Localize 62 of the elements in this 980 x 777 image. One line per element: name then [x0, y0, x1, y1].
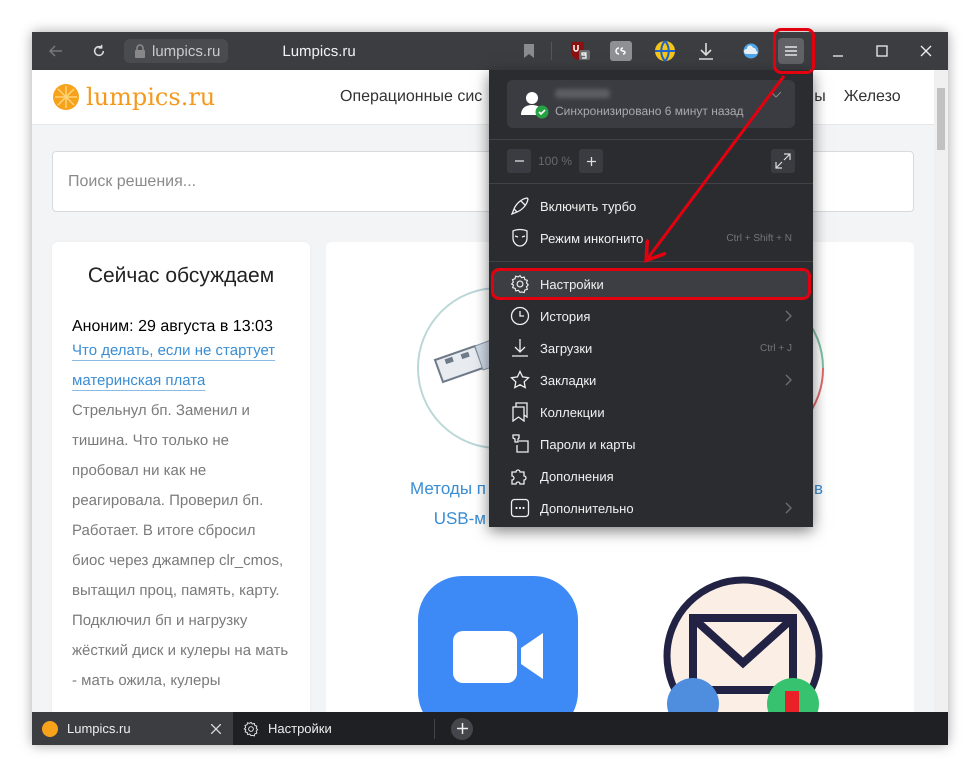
clock-icon [510, 306, 530, 326]
address-bar[interactable]: lumpics.ru [124, 39, 228, 63]
close-icon[interactable] [211, 724, 221, 734]
menu-icon [785, 46, 797, 56]
highlight-frame [773, 28, 815, 74]
reload-icon[interactable] [92, 44, 106, 58]
menu-item[interactable]: Закладки [491, 364, 811, 396]
chevron-down-icon[interactable] [771, 92, 781, 98]
browser-tab[interactable]: Настройки [233, 712, 434, 745]
lock-icon [134, 44, 146, 58]
more-icon [510, 498, 530, 518]
zoom-level: 100 % [536, 154, 574, 168]
shield-extension-icon[interactable] [570, 41, 592, 61]
bookmark-icon[interactable] [523, 44, 535, 58]
browser-tab[interactable]: Lumpics.ru [32, 712, 233, 745]
menu-item[interactable]: Загрузки Ctrl + J [491, 332, 811, 364]
download-icon[interactable] [698, 42, 714, 60]
zoom-in-button[interactable] [579, 149, 603, 173]
globe-icon[interactable] [654, 40, 676, 62]
logo-icon [52, 83, 80, 111]
mask-icon [510, 228, 530, 248]
menu-item[interactable]: Пароли и карты [491, 428, 811, 460]
menu-item[interactable]: Режим инкогнито Ctrl + Shift + N [491, 222, 811, 254]
shortcut-text: Ctrl + Shift + N [726, 232, 792, 244]
menu-item[interactable]: Дополнения [491, 460, 811, 492]
minus-icon [514, 160, 524, 162]
favicon [42, 720, 58, 736]
back-icon[interactable] [48, 43, 64, 59]
gear-icon [243, 720, 259, 736]
plus-icon [456, 723, 468, 734]
page-title: Lumpics.ru [282, 42, 357, 60]
plus-icon [586, 156, 596, 166]
address-text: lumpics.ru [152, 42, 220, 60]
menu-button[interactable] [778, 38, 804, 64]
user-icon [521, 89, 549, 119]
cloud-icon[interactable] [742, 43, 760, 59]
rocket-icon [510, 196, 530, 216]
menu-item[interactable]: История [491, 300, 811, 332]
menu-item[interactable]: Настройки [491, 268, 811, 300]
menu-item[interactable]: Дополнительно [491, 492, 811, 524]
settings-icon [510, 274, 530, 294]
new-tab-button[interactable] [451, 718, 473, 740]
expand-icon [775, 153, 791, 169]
extension-icon[interactable] [610, 41, 632, 61]
comment-text: Стрельнул бп. Заменил и тишина. Что только не пробовал ни как не реагировала. Проверил бп. Работает. В итоге сбросил биос через джампер clr_cmos, вытащил проц, память, карту. Подключил бп и нагрузку жёсткий диск и кулеры на мать - мать ожила, кулеры [72, 401, 290, 691]
article-link[interactable]: Что делать, если не стартует материнская плата [72, 336, 290, 396]
shortcut-text: Ctrl + J [760, 342, 792, 354]
key-card-icon [510, 434, 530, 454]
nav-link[interactable]: ы [814, 88, 826, 106]
menu-item[interactable]: Коллекции [491, 396, 811, 428]
fullscreen-button[interactable] [771, 149, 795, 173]
scrollbar[interactable] [934, 70, 948, 712]
section-title: Сейчас обсуждаем [86, 264, 276, 288]
account-card[interactable]: Синхронизировано 6 минут назад [507, 80, 795, 128]
comment-author: Аноним: 29 августа в 13:03 [72, 318, 274, 336]
nav-link[interactable]: Железо [844, 88, 901, 106]
star-icon [510, 370, 530, 390]
article-title[interactable]: Методы п USB-м [410, 474, 486, 534]
bookmarks-icon [510, 402, 530, 422]
sync-status: Синхронизировано 6 минут назад [555, 104, 744, 118]
download-icon [510, 338, 530, 358]
nav-link[interactable]: Операционные сис [340, 88, 482, 106]
